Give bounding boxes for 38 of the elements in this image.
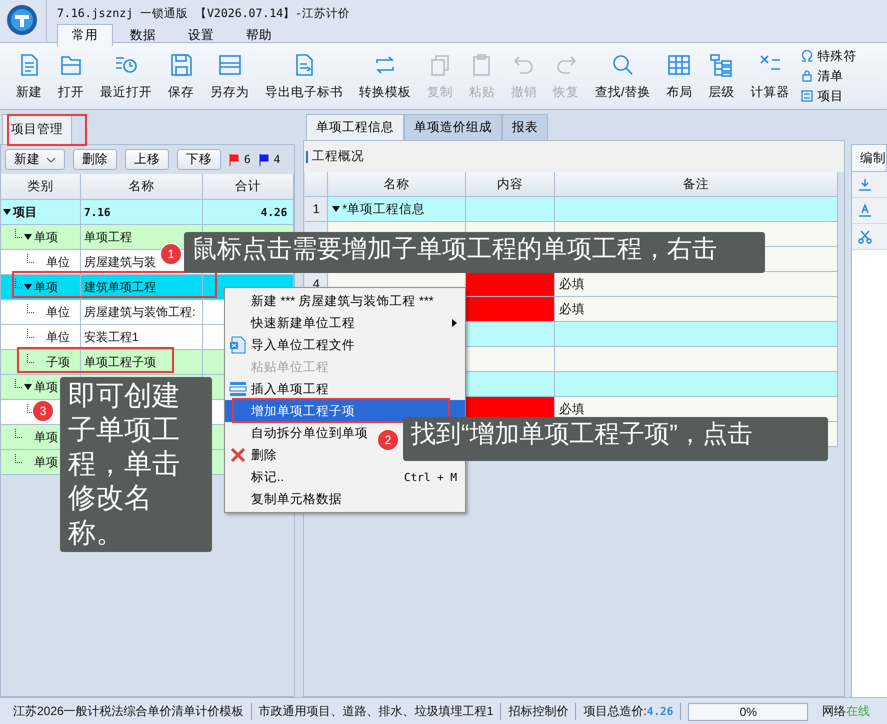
column-header: 内容 [466, 172, 556, 197]
name-text: 建筑单项工程 [84, 278, 156, 296]
network-status: 网络在线 [821, 703, 872, 720]
total-text: 4.26 [260, 206, 288, 218]
name-text: 7.16 [84, 206, 110, 218]
flag-count: 4 [274, 153, 280, 166]
category-text: 子项 [46, 354, 70, 370]
flag-count: 6 [244, 153, 251, 166]
category-text: 单项 [34, 428, 58, 446]
name-text: 房屋建筑与装饰工程: [84, 304, 196, 320]
note-cell: 必填 [555, 297, 838, 322]
section-title: 工程概况 [306, 148, 364, 165]
total-price: 项目总造价:4.26 [576, 703, 682, 720]
name-text: 房屋建筑与装 [84, 254, 156, 270]
name-text: 单项工程 [84, 228, 132, 246]
category-text: 单位 [46, 328, 70, 346]
hint-tooltip: 鼠标点击需要增加子单项工程的单项工程，右击 [184, 232, 765, 273]
name-text: 单项工程子项 [84, 354, 156, 370]
template-name: 江苏2026一般计税法综合单价清单计价模板 [6, 703, 252, 720]
category-text: 单项 [34, 278, 58, 296]
project-type: 市政通用项目、道路、排水、垃圾填埋工程1 [252, 703, 502, 720]
category-text: 单位 [46, 304, 70, 320]
hint-tooltip: 即可创建子单项工程，单击修改名称。 [60, 377, 212, 552]
category-text: 单项 [34, 378, 58, 396]
category-text: 项目 [13, 204, 37, 220]
field-name: *单项工程信息 [342, 200, 426, 218]
category-text: 单项 [34, 454, 58, 470]
progress-text: 0% [738, 704, 758, 720]
column-header: 名称 [328, 172, 466, 197]
price-type: 招标控制价 [501, 703, 576, 720]
note-cell: 必填 [555, 272, 838, 297]
category-text: 单位 [46, 254, 70, 270]
hint-tooltip: 找到“增加单项工程子项”，点击 [403, 417, 828, 461]
row-number-cell: 1 [305, 197, 328, 222]
column-header: 备注 [555, 172, 838, 197]
window-title: 7.16.jsznzj 一锁通版 【V2026.07.14】-江苏计价 [57, 6, 350, 21]
category-text: 单项 [34, 228, 58, 246]
name-text: 安装工程1 [84, 328, 139, 346]
